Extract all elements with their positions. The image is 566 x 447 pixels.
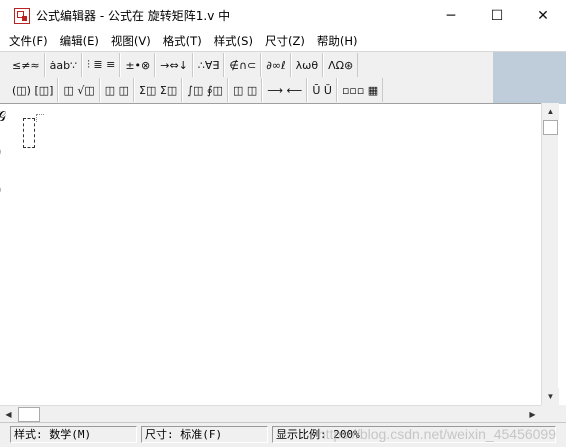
clipped-paren: ) [0, 144, 1, 160]
integral-templates-button[interactable]: ∫◫ ∮◫ [182, 78, 228, 102]
embellishments-button[interactable]: ⫶ ≣ ≡ [82, 53, 121, 77]
symbol-palette-row: ≤≠≈ ȧab∵ ⫶ ≣ ≡ ±•⊗ →⇔↓ ∴∀∃ ∉∩⊂ ∂∞ℓ λωθ Λ… [8, 53, 359, 78]
insertion-point-marker [36, 114, 44, 122]
matrix-templates-button[interactable]: ▫▫▫ ▦ [336, 78, 384, 102]
status-bar: 样式: 数学(M) 尺寸: 标准(F) 显示比例: 200% https://b… [0, 422, 566, 447]
summation-templates-button[interactable]: Σ◫ Σ◫ [134, 78, 183, 102]
equation-canvas[interactable]: 𝒢 ) ) [0, 103, 541, 405]
spaces-ellipses-button[interactable]: ȧab∵ [44, 53, 83, 77]
fraction-radical-templates-button[interactable]: ◫ √◫ [58, 78, 100, 102]
vertical-scrollbar[interactable]: ▲ ▼ [541, 103, 559, 405]
menu-format[interactable]: 格式(T) [163, 33, 202, 49]
menu-size[interactable]: 尺寸(Z) [265, 33, 305, 49]
horizontal-scroll-thumb[interactable] [18, 407, 40, 422]
equation-editor-app-icon[interactable] [14, 7, 30, 24]
clipped-glyph: 𝒢 [0, 109, 6, 125]
close-button[interactable]: ✕ [520, 0, 566, 31]
scroll-up-arrow-icon[interactable]: ▲ [542, 103, 559, 120]
labeled-arrow-templates-button[interactable]: ⟶ ⟵ [262, 78, 308, 102]
title-bar: 公式编辑器 - 公式在 旋转矩阵1.v 中 ─ ☐ ✕ [0, 0, 566, 31]
status-style: 样式: 数学(M) [10, 426, 137, 443]
window-title: 公式编辑器 - 公式在 旋转矩阵1.v 中 [36, 9, 231, 23]
arrow-symbols-button[interactable]: →⇔↓ [155, 53, 193, 77]
logical-symbols-button[interactable]: ∴∀∃ [192, 53, 225, 77]
minimize-button[interactable]: ─ [428, 0, 474, 31]
toolbar-empty-area [493, 52, 566, 104]
symbol-template-toolbar: ≤≠≈ ȧab∵ ⫶ ≣ ≡ ±•⊗ →⇔↓ ∴∀∃ ∉∩⊂ ∂∞ℓ λωθ Λ… [0, 51, 566, 104]
set-theory-symbols-button[interactable]: ∉∩⊂ [224, 53, 262, 77]
scrollbar-corner [541, 405, 566, 422]
status-size: 尺寸: 标准(F) [141, 426, 268, 443]
watermark-text: https://blog.csdn.net/weixin_45456099 [317, 426, 556, 442]
greek-lowercase-button[interactable]: λωθ [290, 53, 324, 77]
scroll-left-arrow-icon[interactable]: ◀ [0, 406, 17, 423]
menu-bar: 文件(F) 编辑(E) 视图(V) 格式(T) 样式(S) 尺寸(Z) 帮助(H… [0, 31, 566, 51]
menu-help[interactable]: 帮助(H) [317, 33, 358, 49]
underbar-overbar-templates-button[interactable]: ◫ ◫ [227, 78, 263, 102]
menu-edit[interactable]: 编辑(E) [60, 33, 99, 49]
scroll-down-arrow-icon[interactable]: ▼ [542, 388, 559, 405]
operator-symbols-button[interactable]: ±•⊗ [120, 53, 156, 77]
maximize-button[interactable]: ☐ [474, 0, 520, 31]
vertical-scroll-thumb[interactable] [543, 120, 558, 135]
window-controls: ─ ☐ ✕ [428, 0, 566, 31]
template-palette-row: (◫) [◫] ◫ √◫ ◫ ◫ Σ◫ Σ◫ ∫◫ ∮◫ ◫ ◫ ⟶ ⟵ Ū Ŭ… [8, 78, 384, 103]
fence-templates-button[interactable]: (◫) [◫] [8, 78, 59, 102]
relational-symbols-button[interactable]: ≤≠≈ [8, 53, 45, 77]
empty-equation-slot[interactable] [23, 118, 35, 148]
greek-uppercase-button[interactable]: ΛΩ⊛ [323, 53, 359, 77]
scroll-right-arrow-icon[interactable]: ▶ [524, 406, 541, 423]
products-set-templates-button[interactable]: Ū Ŭ [307, 78, 337, 102]
clipped-paren: ) [0, 182, 1, 198]
subscript-superscript-templates-button[interactable]: ◫ ◫ [99, 78, 135, 102]
menu-file[interactable]: 文件(F) [9, 33, 48, 49]
misc-symbols-button[interactable]: ∂∞ℓ [261, 53, 291, 77]
menu-style[interactable]: 样式(S) [214, 33, 253, 49]
horizontal-scrollbar[interactable]: ◀ ▶ [0, 405, 541, 423]
menu-view[interactable]: 视图(V) [111, 33, 151, 49]
